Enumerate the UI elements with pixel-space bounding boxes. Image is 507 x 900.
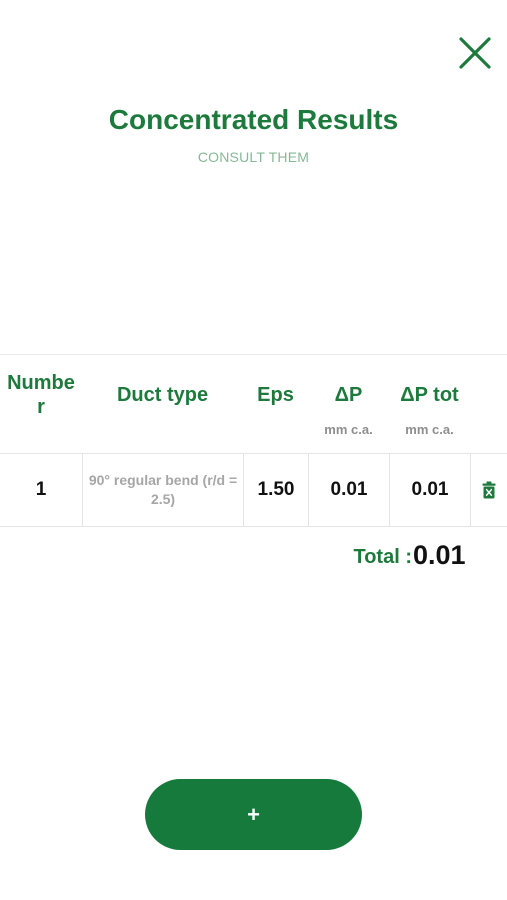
column-header-duct-type: Duct type (82, 355, 243, 453)
add-button-label: + (247, 801, 260, 827)
page-subtitle: CONSULT THEM (197, 149, 310, 165)
column-header-dp: ΔP mm c.a. (308, 355, 389, 453)
row-dp-tot: 0.01 (389, 454, 470, 526)
column-header-dp-tot-label: ΔP tot (400, 384, 459, 406)
column-header-dp-unit: mm c.a. (324, 422, 373, 437)
total-label: Total : (353, 546, 412, 568)
column-header-number-line-2: r (37, 396, 45, 418)
close-icon (459, 37, 491, 69)
page-title: Concentrated Results (108, 104, 399, 135)
table-header-row: Numbe r Duct type Eps ΔP mm c.a. ΔP tot … (0, 355, 507, 454)
column-header-eps: Eps (243, 355, 308, 453)
column-header-dp-tot: ΔP tot mm c.a. (389, 355, 470, 453)
column-header-dp-tot-unit: mm c.a. (405, 422, 454, 437)
column-header-dp-label: ΔP (334, 384, 363, 406)
column-header-number-line-1: Numbe (7, 372, 75, 394)
delete-row-button[interactable] (470, 454, 507, 526)
trash-icon (482, 481, 496, 499)
row-dp: 0.01 (308, 454, 389, 526)
total-value: 0.01 (413, 540, 466, 570)
column-header-number: Numbe r (0, 355, 82, 453)
row-duct-type: 90° regular bend (r/d = 2.5) (82, 454, 243, 526)
row-eps: 1.50 (243, 454, 308, 526)
close-button[interactable] (456, 34, 494, 72)
add-button[interactable]: + (145, 779, 362, 850)
column-header-eps-label: Eps (257, 384, 294, 406)
column-header-duct-type-label: Duct type (116, 384, 209, 406)
table-row: 1 90° regular bend (r/d = 2.5) 1.50 0.01… (0, 454, 507, 527)
row-number: 1 (35, 479, 47, 500)
